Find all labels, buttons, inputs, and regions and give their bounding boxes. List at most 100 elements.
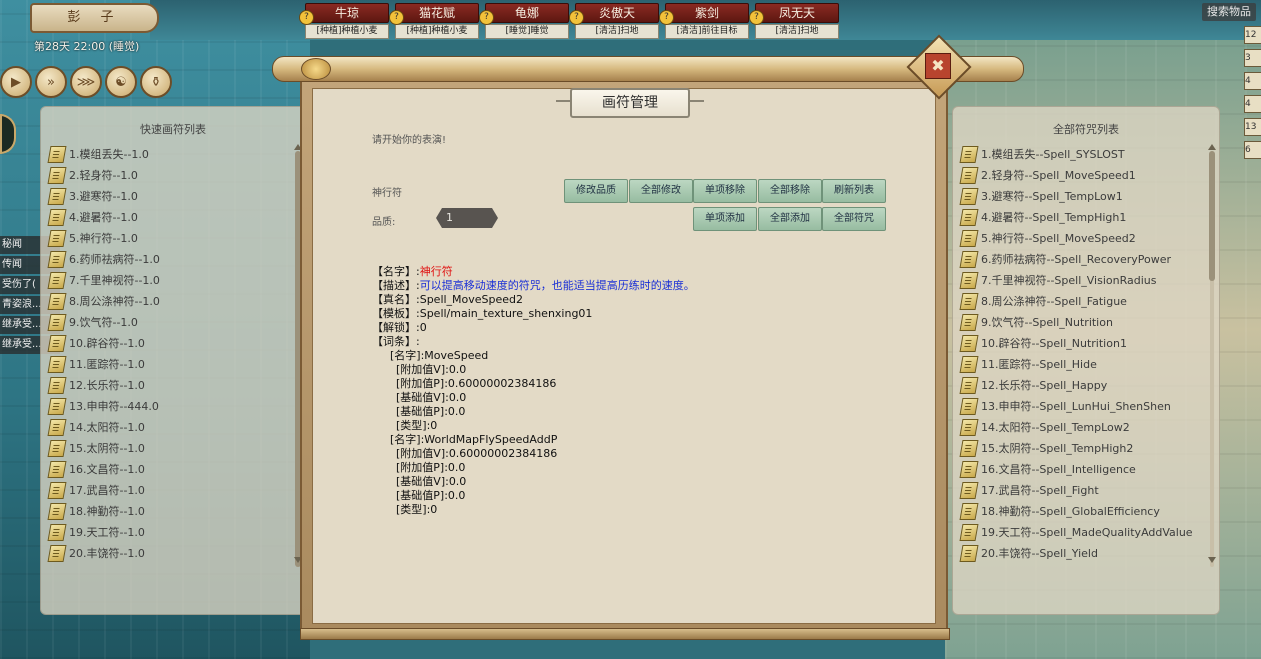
- all-spells-panel: 全部符咒列表 1.模组丢失--Spell_SYSLOST 2.轻身符--Spell…: [952, 106, 1220, 615]
- character-card[interactable]: ? 凤无天 [清洁]扫地: [749, 3, 839, 39]
- spell-list-item[interactable]: 5.神行符--Spell_MoveSpeed2: [959, 228, 1193, 249]
- character-card[interactable]: ? 猫花赋 [种植]种植小麦: [389, 3, 479, 39]
- spell-list-item[interactable]: 7.千里神视符--Spell_VisionRadius: [959, 270, 1193, 291]
- talisman-icon: [47, 545, 67, 562]
- spell-list-item[interactable]: 12.长乐符--Spell_Happy: [959, 375, 1193, 396]
- spell-list-item[interactable]: 17.武昌符--1.0: [47, 480, 160, 501]
- spell-list-item[interactable]: 2.轻身符--Spell_MoveSpeed1: [959, 165, 1193, 186]
- spell-list-item[interactable]: 19.天工符--1.0: [47, 522, 160, 543]
- talisman-icon: [959, 251, 979, 268]
- spell-list-item[interactable]: 18.神勤符--1.0: [47, 501, 160, 522]
- add-all-button[interactable]: 全部添加: [758, 207, 822, 231]
- scroll-up-icon[interactable]: [1208, 144, 1216, 150]
- character-card[interactable]: ? 龟娜 [睡觉]睡觉: [479, 3, 569, 39]
- edge-counter[interactable]: 12: [1244, 26, 1261, 44]
- spell-list-label: 8.周公涤神符--Spell_Fatigue: [981, 295, 1127, 308]
- spell-list-label: 10.辟谷符--1.0: [69, 337, 145, 350]
- fastest-forward-icon[interactable]: ⋙: [70, 66, 102, 98]
- spell-list-item[interactable]: 9.饮气符--Spell_Nutrition: [959, 312, 1193, 333]
- scroll-down-icon[interactable]: [1208, 557, 1216, 563]
- fast-forward-icon[interactable]: »: [35, 66, 67, 98]
- close-icon[interactable]: ✖: [925, 53, 951, 79]
- play-icon[interactable]: ▶: [0, 66, 32, 98]
- remove-all-button[interactable]: 全部移除: [758, 179, 822, 203]
- spell-list-label: 8.周公涤神符--1.0: [69, 295, 160, 308]
- scrollbar[interactable]: [1209, 151, 1215, 567]
- spell-list-item[interactable]: 12.长乐符--1.0: [47, 375, 160, 396]
- spell-list-label: 7.千里神视符--1.0: [69, 274, 160, 287]
- modify-all-button[interactable]: 全部修改: [629, 179, 693, 203]
- spell-list-item[interactable]: 11.匿踪符--1.0: [47, 354, 160, 375]
- spell-list-item[interactable]: 9.饮气符--1.0: [47, 312, 160, 333]
- add-item-button[interactable]: 单项添加: [693, 207, 757, 231]
- search-items-button[interactable]: 搜索物品: [1202, 3, 1256, 21]
- refresh-list-button[interactable]: 刷新列表: [822, 179, 886, 203]
- spell-list-item[interactable]: 13.申申符--Spell_LunHui_ShenShen: [959, 396, 1193, 417]
- spell-list-item[interactable]: 2.轻身符--1.0: [47, 165, 160, 186]
- spell-list-item[interactable]: 1.模组丢失--1.0: [47, 144, 160, 165]
- spell-list-item[interactable]: 8.周公涤神符--Spell_Fatigue: [959, 291, 1193, 312]
- character-bar: ? 牛琼 [种植]种植小麦 ? 猫花赋 [种植]种植小麦 ? 龟娜 [睡觉]睡觉…: [299, 3, 839, 39]
- spell-list-item[interactable]: 4.避暑符--Spell_TempHigh1: [959, 207, 1193, 228]
- quality-label: 品质:: [372, 217, 396, 228]
- talisman-icon: [47, 314, 67, 331]
- edge-counter[interactable]: 13: [1244, 118, 1261, 136]
- spell-list-item[interactable]: 16.文昌符--Spell_Intelligence: [959, 459, 1193, 480]
- spell-list-item[interactable]: 7.千里神视符--1.0: [47, 270, 160, 291]
- spell-list-item[interactable]: 3.避寒符--Spell_TempLow1: [959, 186, 1193, 207]
- remove-item-button[interactable]: 单项移除: [693, 179, 757, 203]
- spell-list-item[interactable]: 15.太阴符--1.0: [47, 438, 160, 459]
- spell-list-item[interactable]: 18.神勤符--Spell_GlobalEfficiency: [959, 501, 1193, 522]
- spell-list-item[interactable]: 8.周公涤神符--1.0: [47, 291, 160, 312]
- bagua-icon[interactable]: ☯: [105, 66, 137, 98]
- spell-list-item[interactable]: 11.匿踪符--Spell_Hide: [959, 354, 1193, 375]
- spell-list-item[interactable]: 15.太阴符--Spell_TempHigh2: [959, 438, 1193, 459]
- spell-list-label: 16.文昌符--1.0: [69, 463, 145, 476]
- spell-list-item[interactable]: 3.避寒符--1.0: [47, 186, 160, 207]
- character-card[interactable]: ? 紫剑 [清洁]前往目标: [659, 3, 749, 39]
- talisman-icon: [47, 272, 67, 289]
- spell-desc-value: 可以提高移动速度的符咒，也能适当提高历练时的速度。: [419, 279, 695, 292]
- spell-list-label: 20.丰饶符--Spell_Yield: [981, 547, 1098, 560]
- scroll-thumb[interactable]: [1209, 151, 1215, 281]
- quality-input[interactable]: 1: [436, 208, 498, 228]
- spell-list-item[interactable]: 20.丰饶符--1.0: [47, 543, 160, 564]
- talisman-icon: [47, 356, 67, 373]
- spell-list-label: 3.避寒符--1.0: [69, 190, 138, 203]
- character-status: [种植]种植小麦: [305, 24, 389, 39]
- spell-list-item[interactable]: 10.辟谷符--Spell_Nutrition1: [959, 333, 1193, 354]
- spell-list-item[interactable]: 14.太阳符--1.0: [47, 417, 160, 438]
- spell-list-label: 4.避暑符--1.0: [69, 211, 138, 224]
- character-card[interactable]: ? 牛琼 [种植]种植小麦: [299, 3, 389, 39]
- edge-counter[interactable]: 4: [1244, 95, 1261, 113]
- spell-list-item[interactable]: 14.太阳符--Spell_TempLow2: [959, 417, 1193, 438]
- spell-list-item[interactable]: 17.武昌符--Spell_Fight: [959, 480, 1193, 501]
- all-spells-button[interactable]: 全部符咒: [822, 207, 886, 231]
- spell-list-item[interactable]: 19.天工符--Spell_MadeQualityAddValue: [959, 522, 1193, 543]
- all-spells-list: 1.模组丢失--Spell_SYSLOST 2.轻身符--Spell_MoveSp…: [959, 144, 1193, 564]
- edge-counter[interactable]: 6: [1244, 141, 1261, 159]
- spell-list-item[interactable]: 6.药师祛病符--Spell_RecoveryPower: [959, 249, 1193, 270]
- edge-counter[interactable]: 4: [1244, 72, 1261, 90]
- spell-list-label: 3.避寒符--Spell_TempLow1: [981, 190, 1123, 203]
- spell-list-item[interactable]: 4.避暑符--1.0: [47, 207, 160, 228]
- spell-list-item[interactable]: 6.药师祛病符--1.0: [47, 249, 160, 270]
- player-name-plate[interactable]: 彭 子: [30, 3, 159, 33]
- spell-list-item[interactable]: 20.丰饶符--Spell_Yield: [959, 543, 1193, 564]
- spell-list-label: 14.太阳符--1.0: [69, 421, 145, 434]
- rod-knob-icon: [301, 58, 331, 80]
- spell-list-item[interactable]: 1.模组丢失--Spell_SYSLOST: [959, 144, 1193, 165]
- character-card[interactable]: ? 炎傲天 [清洁]扫地: [569, 3, 659, 39]
- spell-list-label: 13.申申符--444.0: [69, 400, 159, 413]
- modify-quality-button[interactable]: 修改品质: [564, 179, 628, 203]
- spell-list-item[interactable]: 13.申申符--444.0: [47, 396, 160, 417]
- talisman-icon: [959, 188, 979, 205]
- gourd-icon[interactable]: ⚱: [140, 66, 172, 98]
- spell-list-item[interactable]: 16.文昌符--1.0: [47, 459, 160, 480]
- spell-list-label: 14.太阳符--Spell_TempLow2: [981, 421, 1130, 434]
- spell-list-item[interactable]: 5.神行符--1.0: [47, 228, 160, 249]
- edge-counter[interactable]: 3: [1244, 49, 1261, 67]
- spell-list-item[interactable]: 10.辟谷符--1.0: [47, 333, 160, 354]
- question-icon: ?: [749, 10, 764, 25]
- entry-type: [类型]:0: [396, 419, 438, 432]
